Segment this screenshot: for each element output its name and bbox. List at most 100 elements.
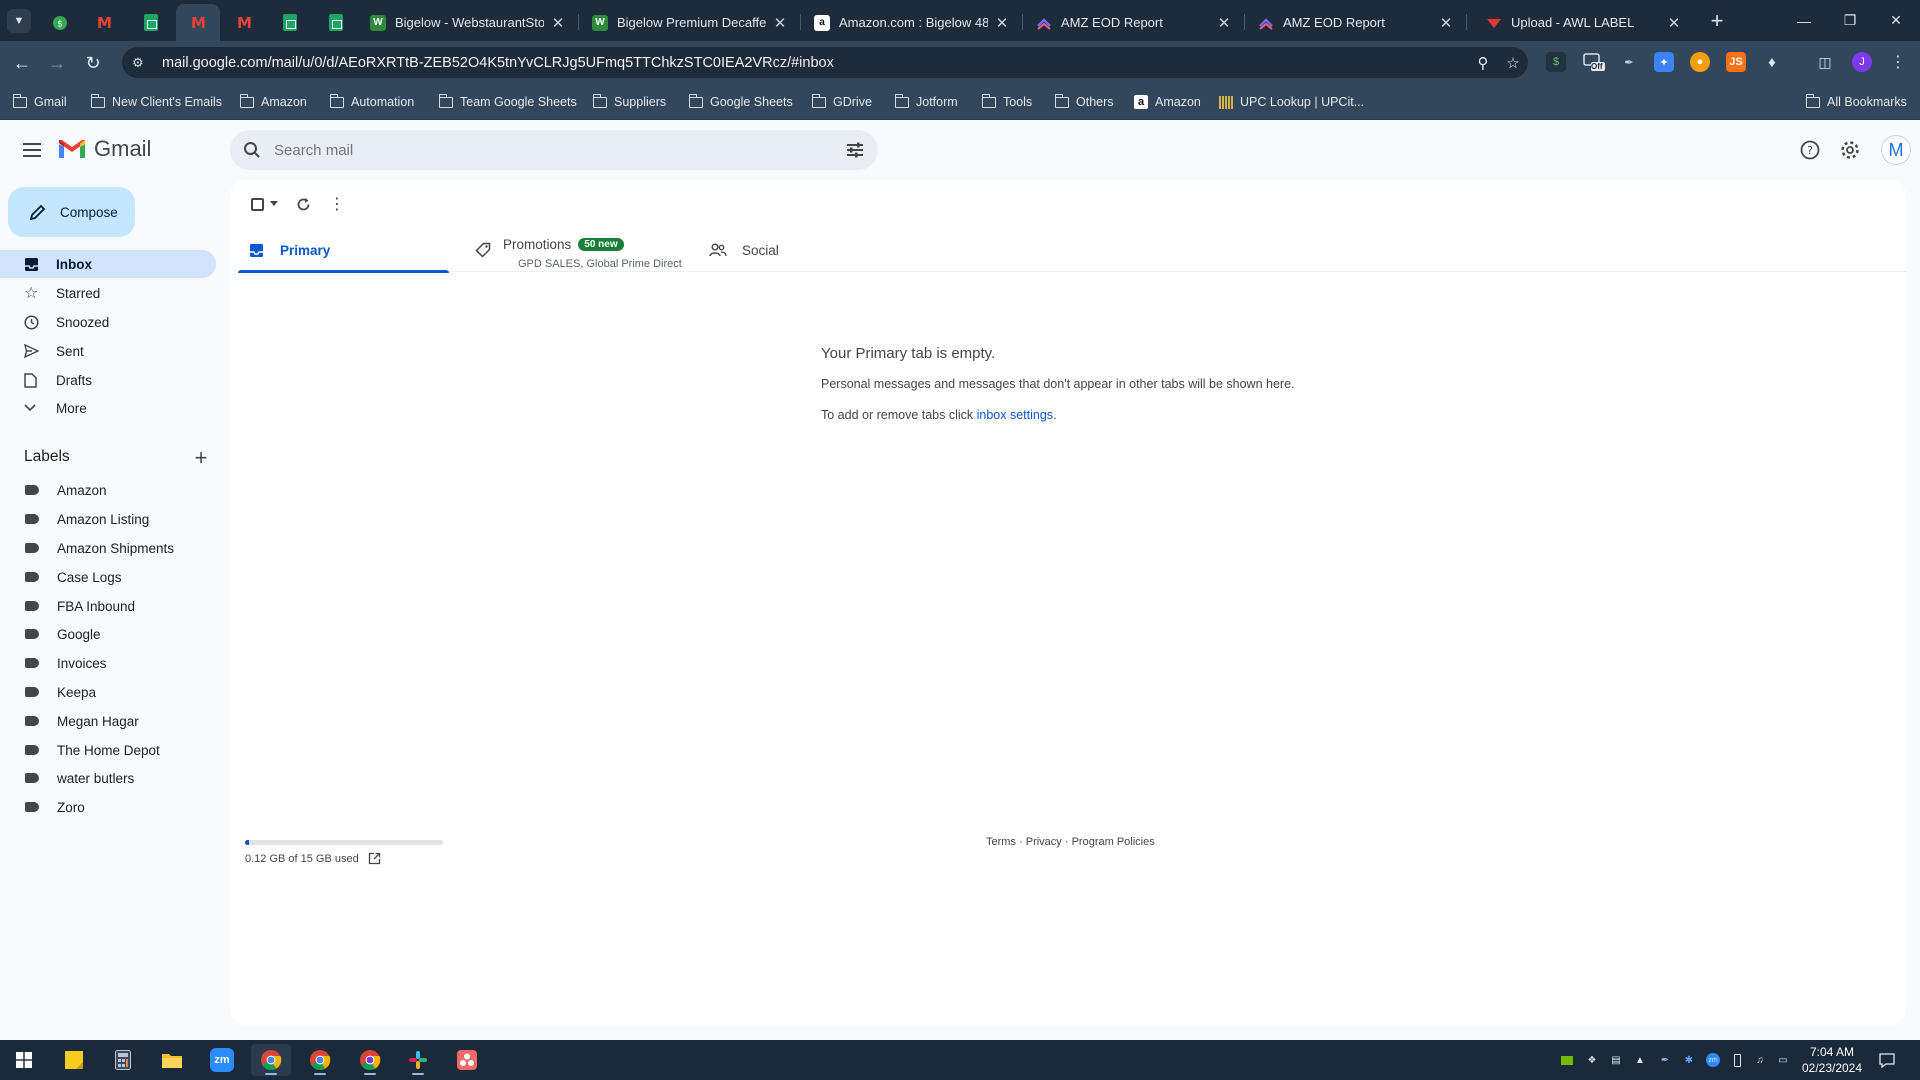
bookmark-upc-lookup[interactable]: UPC Lookup | UPCit... <box>1219 92 1364 112</box>
pen-tray-icon[interactable]: ✒ <box>1657 1052 1673 1068</box>
nvidia-tray-icon[interactable] <box>1559 1052 1575 1068</box>
compose-button[interactable]: Compose <box>8 187 135 237</box>
extension-blue-icon[interactable]: ✦ <box>1654 52 1674 72</box>
label-item-case-logs[interactable]: Case Logs <box>0 563 216 591</box>
taskbar-clock[interactable]: 7:04 AM 02/23/2024 <box>1794 1044 1870 1076</box>
bookmark-folder-suppliers[interactable]: Suppliers <box>592 92 666 112</box>
pinned-tab-sheets-3[interactable] <box>314 4 358 41</box>
bookmark-amazon[interactable]: a Amazon <box>1134 92 1201 112</box>
program-policies-link[interactable]: Program Policies <box>1072 836 1155 848</box>
pinned-tab-1[interactable]: $ <box>38 4 82 41</box>
label-item-the-home-depot[interactable]: The Home Depot <box>0 736 216 764</box>
close-window-button[interactable]: ✕ <box>1873 0 1919 41</box>
taskbar-chrome-3[interactable] <box>350 1044 390 1076</box>
label-item-megan-hagar[interactable]: Megan Hagar <box>0 707 216 735</box>
extension-dollar-icon[interactable]: $ <box>1546 52 1566 72</box>
browser-tab-2[interactable]: a Amazon.com : Bigelow 48 Count ✕ <box>804 4 1020 41</box>
taskbar-file-explorer[interactable] <box>152 1044 192 1076</box>
reload-button[interactable]: ↻ <box>80 50 106 76</box>
taskbar-chrome-2[interactable] <box>300 1044 340 1076</box>
label-item-amazon-shipments[interactable]: Amazon Shipments <box>0 534 216 562</box>
privacy-link[interactable]: Privacy <box>1026 836 1062 848</box>
taskbar-chrome-1[interactable] <box>251 1044 291 1076</box>
browser-tab-5[interactable]: Upload - AWL LABEL ✕ <box>1476 4 1692 41</box>
notifications-button[interactable] <box>1878 1052 1896 1068</box>
bookmark-star-icon[interactable]: ☆ <box>1498 54 1528 72</box>
pinned-tab-gmail-active[interactable]: M <box>176 4 220 41</box>
taskbar-zoom[interactable]: zm <box>202 1044 242 1076</box>
volume-tray-icon[interactable]: ♫ <box>1752 1052 1768 1068</box>
extension-pen-icon[interactable]: ✒ <box>1619 52 1639 72</box>
create-label-button[interactable]: + <box>191 445 211 470</box>
tab-primary[interactable]: Primary <box>238 228 449 273</box>
url-text[interactable]: mail.google.com/mail/u/0/d/AEoRXRTtB-ZEB… <box>162 55 1468 71</box>
taskbar-calculator[interactable] <box>103 1044 143 1076</box>
refresh-button[interactable] <box>286 188 320 220</box>
label-item-fba-inbound[interactable]: FBA Inbound <box>0 592 216 620</box>
label-item-keepa[interactable]: Keepa <box>0 678 216 706</box>
site-info-icon[interactable]: ⚙ <box>132 55 156 71</box>
new-tab-button[interactable]: + <box>1704 8 1730 34</box>
chrome-menu-icon[interactable]: ⋮ <box>1888 52 1908 72</box>
dropbox-sync-tray-icon[interactable]: ▲ <box>1632 1052 1648 1068</box>
nav-drafts[interactable]: Drafts <box>0 366 216 394</box>
extension-orange-icon[interactable]: ● <box>1690 52 1710 72</box>
tab-social[interactable]: Social <box>698 228 914 272</box>
label-item-amazon-listing[interactable]: Amazon Listing <box>0 505 216 533</box>
bookmark-folder-automation[interactable]: Automation <box>329 92 414 112</box>
extension-off-icon[interactable]: Off <box>1582 52 1606 72</box>
search-icon[interactable] <box>230 141 274 159</box>
back-button[interactable]: ← <box>9 50 35 76</box>
taskbar-asana[interactable] <box>447 1044 487 1076</box>
nav-more[interactable]: More <box>0 394 216 422</box>
address-bar[interactable]: ⚙ mail.google.com/mail/u/0/d/AEoRXRTtB-Z… <box>122 47 1528 78</box>
help-button[interactable]: ? <box>1798 138 1822 162</box>
browser-tab-4[interactable]: AMZ EOD Report ✕ <box>1248 4 1464 41</box>
label-item-zoro[interactable]: Zoro <box>0 793 216 821</box>
forward-button[interactable]: → <box>44 50 70 76</box>
close-icon[interactable]: ✕ <box>1216 14 1232 32</box>
close-icon[interactable]: ✕ <box>772 14 788 32</box>
nav-inbox[interactable]: Inbox <box>0 250 216 278</box>
bookmark-folder-google-sheets[interactable]: Google Sheets <box>688 92 793 112</box>
gmail-logo[interactable]: Gmail <box>58 136 151 162</box>
bookmark-folder-tools[interactable]: Tools <box>981 92 1032 112</box>
nav-sent[interactable]: Sent <box>0 337 216 365</box>
wifi-tray-icon[interactable]: ▭ <box>1775 1052 1791 1068</box>
tab-search-button[interactable]: ▼ <box>7 9 31 33</box>
bookmark-folder-amazon[interactable]: Amazon <box>239 92 307 112</box>
bookmark-folder-new-clients[interactable]: New Client's Emails <box>90 92 222 112</box>
taskbar-slack[interactable] <box>398 1044 438 1076</box>
profile-avatar[interactable]: J <box>1852 52 1872 72</box>
close-icon[interactable]: ✕ <box>550 14 566 32</box>
bookmark-folder-gmail[interactable]: Gmail <box>12 92 67 112</box>
browser-tab-3[interactable]: AMZ EOD Report ✕ <box>1026 4 1242 41</box>
settings-button[interactable] <box>1838 138 1862 162</box>
all-bookmarks[interactable]: All Bookmarks <box>1805 92 1907 112</box>
start-button[interactable] <box>4 1044 44 1076</box>
battery-tray-icon[interactable] <box>1729 1052 1745 1068</box>
bluetooth-tray-icon[interactable]: ✱ <box>1681 1052 1697 1068</box>
extensions-puzzle-icon[interactable]: ♦ <box>1762 52 1782 72</box>
nav-starred[interactable]: ☆ Starred <box>0 279 216 307</box>
label-item-google[interactable]: Google <box>0 620 216 648</box>
storage-usage-text[interactable]: 0.12 GB of 15 GB used <box>245 852 381 865</box>
main-menu-button[interactable] <box>20 138 44 162</box>
nav-snoozed[interactable]: Snoozed <box>0 308 216 336</box>
close-icon[interactable]: ✕ <box>994 14 1010 32</box>
minimize-button[interactable]: — <box>1781 0 1827 41</box>
label-item-water-butlers[interactable]: water butlers <box>0 764 216 792</box>
side-panel-icon[interactable]: ◫ <box>1815 52 1835 72</box>
open-external-icon[interactable] <box>368 852 381 865</box>
label-item-invoices[interactable]: Invoices <box>0 649 216 677</box>
account-avatar[interactable]: M <box>1881 135 1911 165</box>
bookmark-folder-jotform[interactable]: Jotform <box>894 92 958 112</box>
pinned-tab-sheets-2[interactable] <box>268 4 312 41</box>
search-input[interactable] <box>274 141 832 159</box>
select-all-checkbox[interactable] <box>242 188 286 220</box>
pinned-tab-sheets-1[interactable] <box>129 4 173 41</box>
extension-js-icon[interactable]: JS <box>1726 52 1746 72</box>
more-options-button[interactable]: ⋮ <box>320 188 354 220</box>
search-options-icon[interactable] <box>832 142 878 158</box>
search-bar[interactable] <box>230 130 878 170</box>
